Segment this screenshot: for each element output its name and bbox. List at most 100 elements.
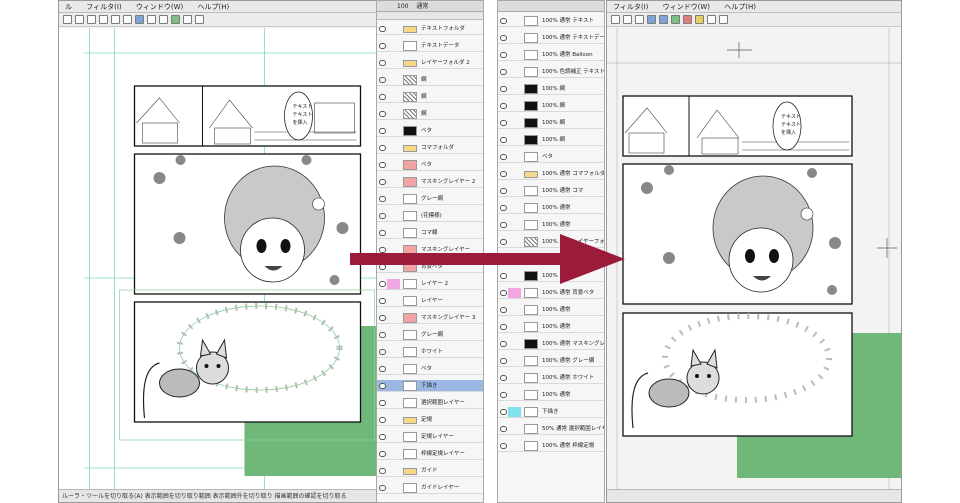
layer-row[interactable]: 100% 通常 [498, 219, 604, 231]
visibility-eye-icon[interactable] [379, 383, 386, 389]
menu-item[interactable]: ヘルプ(H) [724, 3, 756, 11]
layer-row[interactable]: 100% 通常 コマ [498, 185, 604, 197]
new-icon[interactable] [611, 15, 620, 24]
blend-mode[interactable]: 通常 [416, 3, 428, 10]
visibility-eye-icon[interactable] [500, 120, 507, 126]
blend-value[interactable]: 100 [397, 3, 408, 10]
layer-row[interactable]: 100% 通常 [498, 304, 604, 316]
layer-row[interactable]: 100% 通常 Balloon [498, 49, 604, 61]
clear-icon[interactable] [123, 15, 132, 24]
layer-row[interactable]: 100% 通常 ホワイト [498, 372, 604, 384]
redo-icon[interactable] [111, 15, 120, 24]
layer-row[interactable]: ホワイト [377, 346, 483, 358]
layer-row[interactable]: 100% 通常 [498, 389, 604, 401]
visibility-eye-icon[interactable] [379, 332, 386, 338]
layer-row[interactable]: テキストデータ [377, 40, 483, 52]
visibility-eye-icon[interactable] [379, 400, 386, 406]
visibility-eye-icon[interactable] [500, 35, 507, 41]
layer-row[interactable]: 100% 通常 グレー網 [498, 355, 604, 367]
visibility-eye-icon[interactable] [500, 324, 507, 330]
layer-row[interactable]: レイヤー [377, 295, 483, 307]
right-manga-canvas[interactable]: テキスト テキスト を挿入 [607, 28, 902, 491]
layer-row[interactable]: ガイド [377, 465, 483, 477]
visibility-eye-icon[interactable] [379, 349, 386, 355]
visibility-eye-icon[interactable] [379, 60, 386, 66]
layer-row[interactable]: 100% 通常 [498, 202, 604, 214]
visibility-eye-icon[interactable] [379, 315, 386, 321]
visibility-eye-icon[interactable] [379, 179, 386, 185]
undo-icon[interactable] [99, 15, 108, 24]
ruler-icon[interactable] [171, 15, 180, 24]
visibility-eye-icon[interactable] [379, 26, 386, 32]
visibility-eye-icon[interactable] [500, 188, 507, 194]
layer-row[interactable]: 100% 網 [498, 117, 604, 129]
layer-row[interactable]: 網 [377, 91, 483, 103]
brush-icon[interactable] [647, 15, 656, 24]
visibility-eye-icon[interactable] [500, 426, 507, 432]
visibility-eye-icon[interactable] [500, 154, 507, 160]
visibility-eye-icon[interactable] [500, 52, 507, 58]
open-icon[interactable] [75, 15, 84, 24]
visibility-eye-icon[interactable] [500, 222, 507, 228]
layer-row[interactable]: 100% 通常 テキスト [498, 15, 604, 27]
layer-row[interactable]: 網 [377, 74, 483, 86]
layer-row[interactable]: マスキングレイヤー 3 [377, 312, 483, 324]
menu-item[interactable]: ウィンドウ(W) [136, 3, 183, 11]
layer-row[interactable]: 枠線定規レイヤー [377, 448, 483, 460]
menu-item[interactable]: ル [65, 3, 72, 11]
layer-row[interactable]: グレー網 [377, 193, 483, 205]
layer-row[interactable]: 100% 色調補正 テキストデータ [498, 66, 604, 78]
visibility-eye-icon[interactable] [379, 298, 386, 304]
grid-icon[interactable] [183, 15, 192, 24]
layer-row[interactable]: 下描き [377, 380, 483, 392]
ruler-icon[interactable] [671, 15, 680, 24]
visibility-eye-icon[interactable] [379, 111, 386, 117]
pen-icon[interactable] [659, 15, 668, 24]
visibility-eye-icon[interactable] [379, 145, 386, 151]
visibility-eye-icon[interactable] [379, 77, 386, 83]
visibility-eye-icon[interactable] [500, 443, 507, 449]
visibility-eye-icon[interactable] [379, 485, 386, 491]
layer-row[interactable]: 100% 通常 背景ベタ [498, 287, 604, 299]
visibility-eye-icon[interactable] [500, 86, 507, 92]
visibility-eye-icon[interactable] [379, 162, 386, 168]
visibility-eye-icon[interactable] [500, 18, 507, 24]
fill-icon[interactable] [695, 15, 704, 24]
visibility-eye-icon[interactable] [379, 213, 386, 219]
invert-selection-icon[interactable] [159, 15, 168, 24]
layer-row[interactable]: ガイドレイヤー [377, 482, 483, 494]
layer-row[interactable]: ベタ [377, 125, 483, 137]
visibility-eye-icon[interactable] [500, 307, 507, 313]
visibility-eye-icon[interactable] [379, 43, 386, 49]
layer-row[interactable]: ベタ [377, 159, 483, 171]
visibility-eye-icon[interactable] [379, 417, 386, 423]
visibility-eye-icon[interactable] [500, 171, 507, 177]
visibility-eye-icon[interactable] [500, 103, 507, 109]
visibility-eye-icon[interactable] [379, 128, 386, 134]
open-icon[interactable] [623, 15, 632, 24]
visibility-eye-icon[interactable] [500, 341, 507, 347]
layer-row[interactable]: 100% 通常 枠線定規 [498, 440, 604, 452]
visibility-eye-icon[interactable] [379, 451, 386, 457]
layer-row[interactable]: (花模様) [377, 210, 483, 222]
menu-item[interactable]: ウィンドウ(W) [663, 3, 710, 11]
layer-row[interactable]: レイヤーフォルダ 2 [377, 57, 483, 69]
layer-row[interactable]: 100% 網 [498, 134, 604, 146]
layer-row[interactable]: テキストフォルダ [377, 23, 483, 35]
layer-row[interactable]: 100% 通常 マスキングレイヤー 3 [498, 338, 604, 350]
layer-row[interactable]: 定規レイヤー [377, 431, 483, 443]
save-icon[interactable] [87, 15, 96, 24]
grid-icon[interactable] [707, 15, 716, 24]
layer-row[interactable]: 50% 通常 選択範囲レイヤー [498, 423, 604, 435]
transform-icon[interactable] [135, 15, 144, 24]
layer-row[interactable]: 網 [377, 108, 483, 120]
save-icon[interactable] [635, 15, 644, 24]
layer-row[interactable]: 100% 通常 [498, 321, 604, 333]
layer-row[interactable]: グレー網 [377, 329, 483, 341]
layer-row[interactable]: マスキングレイヤー 2 [377, 176, 483, 188]
visibility-eye-icon[interactable] [379, 366, 386, 372]
menu-item[interactable]: ヘルプ(H) [197, 3, 229, 11]
layer-row[interactable]: 100% 網 [498, 83, 604, 95]
menu-item[interactable]: フィルタ(I) [613, 3, 648, 11]
layer-row[interactable]: ベタ [498, 151, 604, 163]
